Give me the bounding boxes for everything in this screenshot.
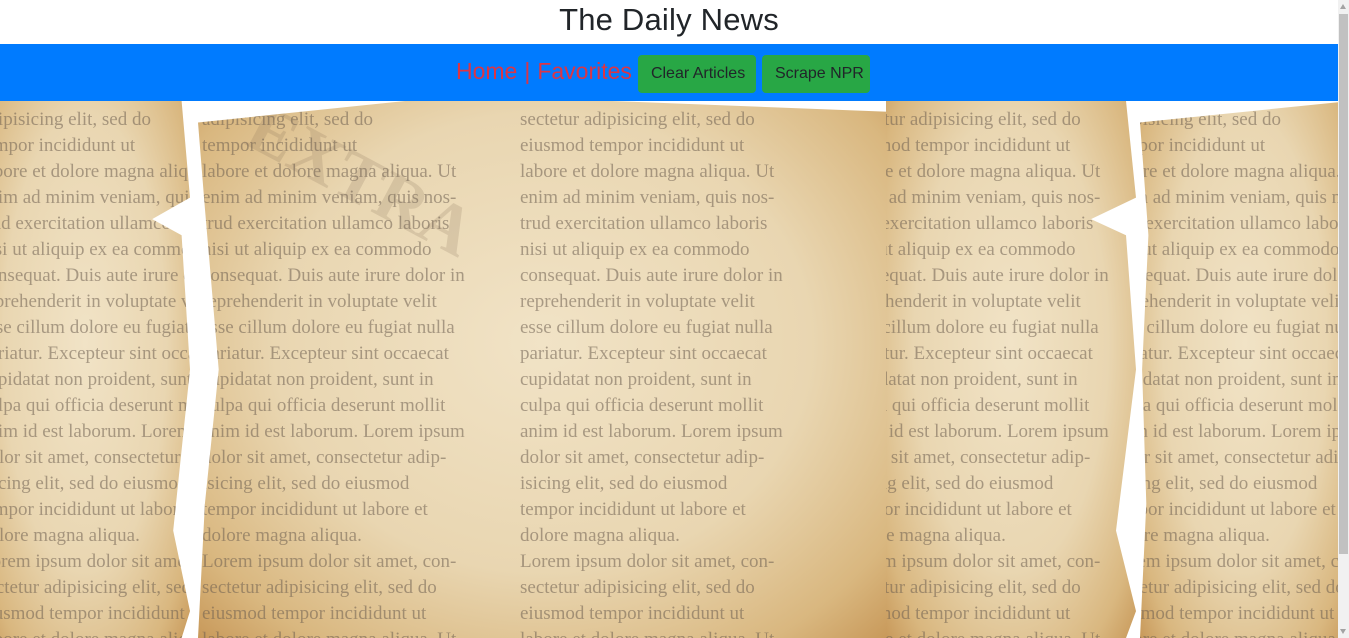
scrape-npr-button[interactable]: Scrape NPR <box>761 55 870 93</box>
paper-sheet-far-right: adipisicing elit, sed do tempor incididu… <box>1140 101 1338 638</box>
home-link[interactable]: Home <box>456 56 517 86</box>
page: adipisicing elit, sed do tempor incididu… <box>0 0 1349 638</box>
paper-text: adipisicing elit, sed do tempor incididu… <box>1140 109 1338 638</box>
clear-articles-button[interactable]: Clear Articles <box>637 55 756 93</box>
nav-separator: | <box>524 58 531 84</box>
vertical-scrollbar[interactable] <box>1338 0 1349 638</box>
favorites-link[interactable]: Favorites <box>537 56 632 86</box>
scroll-up-arrow-icon[interactable] <box>1340 4 1346 9</box>
paper-sheet-left: adipisicing elit, sed do tempor incididu… <box>0 101 190 638</box>
navbar: Home | Favorites Clear Articles Scrape N… <box>0 44 1338 101</box>
paper-sheet-right: sectetur adipisicing elit, sed do eiusmo… <box>886 101 1136 638</box>
header: The Daily News <box>0 0 1338 44</box>
paper-sheet-center: EXTRA adipisicing elit, sed do tempor in… <box>198 101 888 638</box>
paper-text: adipisicing elit, sed do tempor incididu… <box>0 109 190 638</box>
paper-text: sectetur adipisicing elit, sed do eiusmo… <box>520 109 783 638</box>
nav-links: Home | Favorites Clear Articles Scrape N… <box>456 55 870 93</box>
page-title: The Daily News <box>559 2 779 37</box>
paper-text: adipisicing elit, sed do tempor incididu… <box>202 109 465 638</box>
scroll-down-arrow-icon[interactable] <box>1340 629 1346 634</box>
scroll-thumb[interactable] <box>1339 14 1348 554</box>
paper-text: sectetur adipisicing elit, sed do eiusmo… <box>886 109 1109 638</box>
newspaper-background: adipisicing elit, sed do tempor incididu… <box>0 101 1338 638</box>
